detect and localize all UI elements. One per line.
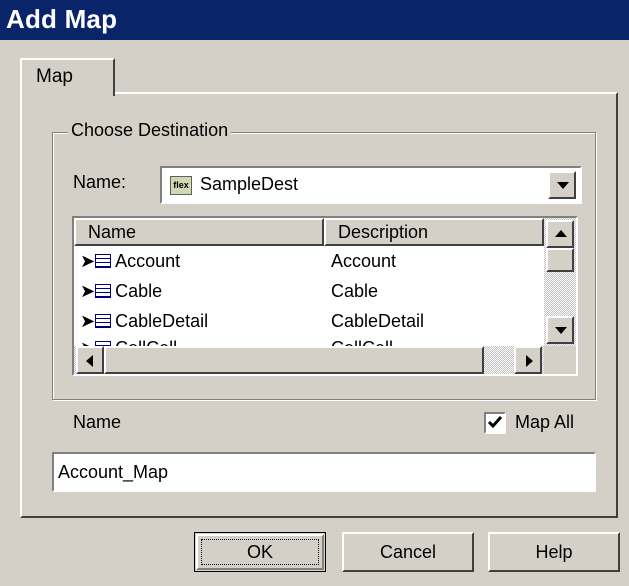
table-icon xyxy=(95,314,112,328)
ok-button-label: OK xyxy=(201,539,319,565)
map-name-value: Account_Map xyxy=(58,462,169,482)
ok-button[interactable]: OK xyxy=(194,532,326,572)
group-label: Choose Destination xyxy=(68,120,232,141)
arrow-icon: ➤ xyxy=(80,251,96,271)
map-name-input[interactable]: Account_Map xyxy=(52,452,596,492)
chevron-right-icon xyxy=(526,355,533,367)
combo-dropdown-button[interactable] xyxy=(548,171,576,199)
horizontal-scroll-thumb[interactable] xyxy=(104,346,484,374)
table-icon xyxy=(95,254,112,268)
scroll-right-button[interactable] xyxy=(514,346,542,374)
column-header-name[interactable]: Name xyxy=(74,218,324,246)
scrollbar-corner xyxy=(544,346,576,374)
map-name-label: Name xyxy=(73,412,122,432)
chevron-left-icon xyxy=(86,355,93,367)
destination-combo[interactable]: flex SampleDest xyxy=(160,166,582,204)
ok-button-bevel: OK xyxy=(196,534,324,570)
row-description-cell: Cable xyxy=(331,281,379,301)
arrow-icon: ➤ xyxy=(80,281,96,301)
row-description-cell: Account xyxy=(331,251,397,271)
scroll-up-button[interactable] xyxy=(546,220,574,248)
vertical-scroll-thumb[interactable] xyxy=(546,248,574,272)
row-name-text: CellCell xyxy=(115,338,177,346)
horizontal-scrollbar[interactable] xyxy=(74,346,544,374)
chevron-down-icon xyxy=(555,327,567,334)
destination-table[interactable]: Name Description ➤ Account Account ➤ Cable… xyxy=(72,216,578,376)
tab-map[interactable]: Map xyxy=(20,58,115,96)
row-name-cell: ➤ Account xyxy=(80,251,180,272)
scroll-left-button[interactable] xyxy=(76,346,104,374)
table-row[interactable]: ➤ CellCell CellCell xyxy=(74,336,544,346)
table-icon xyxy=(95,284,112,298)
chevron-up-icon xyxy=(555,230,567,237)
map-all-checkbox[interactable] xyxy=(484,412,506,434)
scroll-down-button[interactable] xyxy=(546,316,574,344)
help-button[interactable]: Help xyxy=(488,532,620,572)
table-row[interactable]: ➤ CableDetail CableDetail xyxy=(74,308,544,336)
row-description-cell: CableDetail xyxy=(331,311,425,331)
vertical-scrollbar[interactable] xyxy=(544,218,576,346)
tab-map-label: Map xyxy=(36,66,73,87)
row-description-cell: CellCell xyxy=(331,338,393,346)
destination-combo-value: SampleDest xyxy=(200,174,299,194)
row-name-text: CableDetail xyxy=(115,311,209,331)
chevron-down-icon xyxy=(557,182,569,189)
table-row[interactable]: ➤ Cable Cable xyxy=(74,278,544,306)
window-title: Add Map xyxy=(6,4,118,34)
row-name-cell: ➤ Cable xyxy=(80,281,162,302)
checkmark-icon xyxy=(487,416,503,429)
arrow-icon: ➤ xyxy=(80,338,95,346)
cancel-button[interactable]: Cancel xyxy=(342,532,474,572)
column-header-description-label: Description xyxy=(338,222,429,242)
row-name-text: Cable xyxy=(115,281,163,301)
column-header-name-label: Name xyxy=(88,222,137,242)
row-name-cell: ➤ CableDetail xyxy=(80,311,208,332)
map-all-label: Map All xyxy=(515,412,575,432)
row-name-cell: ➤ CellCell xyxy=(80,338,177,346)
column-header-description[interactable]: Description xyxy=(324,218,544,246)
table-row[interactable]: ➤ Account Account xyxy=(74,248,544,276)
row-name-text: Account xyxy=(115,251,181,271)
destination-name-label: Name: xyxy=(73,172,127,192)
flex-file-icon: flex xyxy=(170,176,192,195)
arrow-icon: ➤ xyxy=(80,311,96,331)
